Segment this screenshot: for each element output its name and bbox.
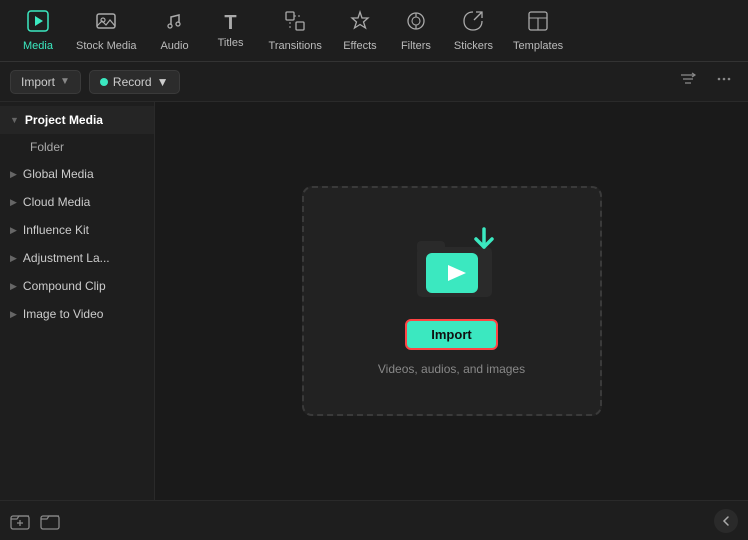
filters-icon bbox=[405, 10, 427, 36]
toolbar: Import ▼ Record ▼ bbox=[0, 62, 748, 102]
nav-item-templates[interactable]: Templates bbox=[503, 4, 573, 58]
folder-button[interactable] bbox=[40, 511, 60, 531]
nav-item-titles[interactable]: T Titles bbox=[203, 7, 259, 55]
sidebar-item-image-to-video[interactable]: ▶ Image to Video bbox=[0, 300, 154, 328]
arrow-icon-cloud-media: ▶ bbox=[10, 197, 17, 208]
arrow-icon-project-media: ▼ bbox=[10, 115, 19, 125]
arrow-icon-global-media: ▶ bbox=[10, 169, 17, 180]
arrow-icon-adjustment-la: ▶ bbox=[10, 253, 17, 264]
templates-icon bbox=[527, 10, 549, 36]
sidebar-label-image-to-video: Image to Video bbox=[23, 307, 104, 321]
nav-label-transitions: Transitions bbox=[269, 40, 322, 52]
nav-item-audio[interactable]: Audio bbox=[147, 4, 203, 58]
import-button[interactable]: Import ▼ bbox=[10, 70, 81, 94]
nav-item-effects[interactable]: Effects bbox=[332, 4, 388, 58]
transitions-icon bbox=[284, 10, 306, 36]
nav-item-stock-media[interactable]: Stock Media bbox=[66, 4, 147, 58]
nav-item-stickers[interactable]: Stickers bbox=[444, 4, 503, 58]
sidebar-item-influence-kit[interactable]: ▶ Influence Kit bbox=[0, 216, 154, 244]
nav-label-templates: Templates bbox=[513, 40, 563, 52]
record-label: Record bbox=[113, 75, 152, 89]
drop-zone-icon bbox=[412, 227, 492, 307]
sidebar-label-compound-clip: Compound Clip bbox=[23, 279, 106, 293]
audio-icon bbox=[164, 10, 186, 36]
sidebar-item-global-media[interactable]: ▶ Global Media bbox=[0, 160, 154, 188]
import-main-label: Import bbox=[431, 327, 471, 342]
arrow-icon-compound-clip: ▶ bbox=[10, 281, 17, 292]
stickers-icon bbox=[462, 10, 484, 36]
sidebar-label-cloud-media: Cloud Media bbox=[23, 195, 90, 209]
nav-item-filters[interactable]: Filters bbox=[388, 4, 444, 58]
more-options-button[interactable] bbox=[710, 68, 738, 95]
sidebar-label-influence-kit: Influence Kit bbox=[23, 223, 89, 237]
drop-zone-hint: Videos, audios, and images bbox=[378, 362, 525, 376]
effects-icon bbox=[349, 10, 371, 36]
nav-item-transitions[interactable]: Transitions bbox=[259, 4, 332, 58]
collapse-sidebar-button[interactable] bbox=[714, 509, 738, 533]
sidebar-label-adjustment-la: Adjustment La... bbox=[23, 251, 110, 265]
import-main-button[interactable]: Import bbox=[405, 319, 497, 350]
nav-label-effects: Effects bbox=[343, 40, 376, 52]
titles-icon: T bbox=[224, 13, 236, 33]
record-button[interactable]: Record ▼ bbox=[89, 70, 180, 94]
filter-sort-button[interactable] bbox=[674, 68, 702, 95]
sidebar-item-cloud-media[interactable]: ▶ Cloud Media bbox=[0, 188, 154, 216]
sidebar-item-project-media[interactable]: ▼ Project Media bbox=[0, 106, 154, 134]
nav-label-audio: Audio bbox=[160, 40, 188, 52]
content-area: Import Videos, audios, and images bbox=[155, 102, 748, 500]
folder-svg bbox=[412, 227, 502, 302]
arrow-icon-influence-kit: ▶ bbox=[10, 225, 17, 236]
sidebar: ▼ Project Media Folder ▶ Global Media ▶ … bbox=[0, 102, 155, 500]
new-folder-button[interactable] bbox=[10, 511, 30, 531]
sidebar-label-global-media: Global Media bbox=[23, 167, 94, 181]
import-label: Import bbox=[21, 75, 55, 89]
sidebar-label-folder: Folder bbox=[30, 140, 64, 154]
nav-label-stock-media: Stock Media bbox=[76, 40, 137, 52]
nav-label-filters: Filters bbox=[401, 40, 431, 52]
bottom-bar bbox=[0, 500, 748, 540]
record-caret-icon: ▼ bbox=[157, 75, 169, 89]
nav-label-media: Media bbox=[23, 40, 53, 52]
sidebar-item-adjustment-la[interactable]: ▶ Adjustment La... bbox=[0, 244, 154, 272]
media-icon bbox=[27, 10, 49, 36]
top-nav: Media Stock Media Audio T Titles bbox=[0, 0, 748, 62]
sidebar-item-compound-clip[interactable]: ▶ Compound Clip bbox=[0, 272, 154, 300]
main-area: ▼ Project Media Folder ▶ Global Media ▶ … bbox=[0, 102, 748, 500]
import-caret-icon: ▼ bbox=[60, 76, 70, 87]
record-dot-icon bbox=[100, 78, 108, 86]
sidebar-item-folder[interactable]: Folder bbox=[0, 134, 154, 160]
nav-item-media[interactable]: Media bbox=[10, 4, 66, 58]
nav-label-stickers: Stickers bbox=[454, 40, 493, 52]
arrow-icon-image-to-video: ▶ bbox=[10, 309, 17, 320]
drop-zone[interactable]: Import Videos, audios, and images bbox=[302, 186, 602, 416]
nav-label-titles: Titles bbox=[218, 37, 244, 49]
stock-media-icon bbox=[95, 10, 117, 36]
sidebar-label-project-media: Project Media bbox=[25, 113, 103, 127]
